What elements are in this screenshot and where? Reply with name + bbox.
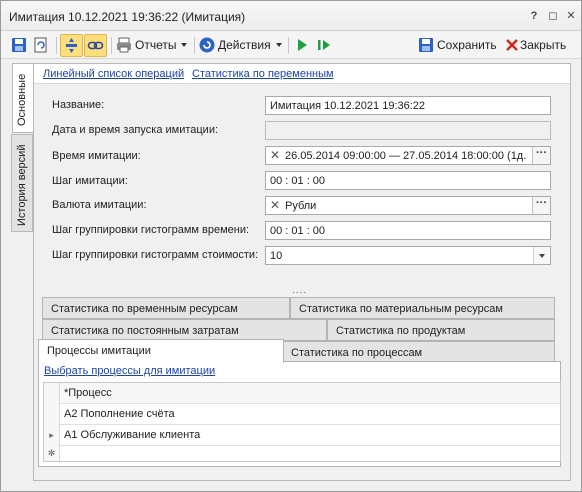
currency-field[interactable]: ✕ Рубли ··· — [265, 196, 551, 215]
tab-time-resources[interactable]: Статистика по временным ресурсам — [42, 297, 290, 319]
simulation-window: Имитация 10.12.2021 19:36:22 (Имитация) … — [0, 0, 582, 492]
select-processes-link[interactable]: Выбрать процессы для имитации — [44, 365, 215, 377]
link-toggle[interactable] — [84, 34, 107, 57]
step-label: Шаг имитации: — [52, 175, 128, 187]
reports-label: Отчеты — [135, 38, 177, 52]
save-button[interactable]: Сохранить — [437, 35, 497, 56]
current-row-indicator: ▸ — [44, 425, 60, 446]
save-icon — [419, 38, 433, 52]
tab-process-stats[interactable]: Статистика по процессам — [282, 341, 555, 363]
process-name: А2 Пополнение счёта — [64, 408, 175, 420]
tab-history[interactable]: История версий — [11, 134, 33, 232]
table-row[interactable]: А2 Пополнение счёта — [44, 404, 560, 425]
process-name: А1 Обслуживание клиента — [64, 429, 201, 441]
currency-value: Рубли — [285, 200, 317, 212]
toolbar: Отчеты Действия Сохранить Закрыть — [1, 32, 581, 59]
close-button[interactable]: Закрыть — [520, 35, 566, 56]
toolbar-separator — [56, 37, 57, 54]
autolayout-toggle[interactable] — [60, 34, 83, 57]
title-bar: Имитация 10.12.2021 19:36:22 (Имитация) … — [1, 1, 581, 31]
chevron-down-icon — [539, 254, 545, 258]
name-field[interactable]: Имитация 10.12.2021 19:36:22 — [265, 96, 551, 115]
toolbar-separator — [194, 37, 195, 54]
chevron-down-icon — [275, 43, 282, 47]
actions-menu[interactable]: Действия — [218, 35, 282, 56]
window-title: Имитация 10.12.2021 19:36:22 (Имитация) — [9, 10, 246, 24]
tab-sim-processes[interactable]: Процессы имитации — [38, 339, 284, 363]
row-indicator — [44, 404, 60, 425]
save-icon[interactable] — [10, 36, 28, 54]
maximize-button[interactable]: ◻ — [546, 9, 560, 23]
hist-cost-value: 10 — [270, 250, 283, 262]
refresh-icon[interactable] — [32, 36, 50, 54]
tab-material-resources[interactable]: Статистика по материальным ресурсам — [290, 297, 555, 319]
sim-processes-panel: Выбрать процессы для имитации *Процесс А… — [38, 361, 561, 467]
toolbar-separator — [111, 37, 112, 54]
hist-time-label: Шаг группировки гистограмм времени: — [52, 224, 250, 236]
tab-fixed-costs[interactable]: Статистика по постоянным затратам — [42, 319, 327, 341]
table-header: *Процесс — [44, 383, 560, 404]
tab-products[interactable]: Статистика по продуктам — [327, 319, 555, 341]
ellipsis-button[interactable]: ··· — [532, 197, 550, 214]
column-header-process[interactable]: *Процесс — [64, 387, 112, 399]
sim-time-value: 26.05.2014 09:00:00 — 27.05.2014 18:00:0… — [285, 150, 527, 162]
var-stats-link[interactable]: Статистика по переменным — [192, 68, 334, 80]
table-row[interactable]: ▸ А1 Обслуживание клиента — [44, 425, 560, 446]
tab-history-label: История версий — [16, 144, 28, 226]
tab-main-label: Основные — [16, 73, 28, 126]
clear-icon[interactable]: ✕ — [270, 149, 282, 162]
processes-table: *Процесс А2 Пополнение счёта ▸ А1 Обслуж… — [43, 382, 561, 462]
help-button[interactable]: ? — [527, 9, 541, 23]
step-forward-icon[interactable] — [315, 36, 333, 54]
ellipsis-button[interactable]: ··· — [532, 147, 550, 164]
align-icon — [66, 38, 77, 53]
reports-menu[interactable]: Отчеты — [135, 35, 188, 56]
clear-icon[interactable]: ✕ — [270, 199, 282, 212]
link-bar: Линейный список операций Статистика по п… — [34, 64, 570, 84]
hist-cost-label: Шаг группировки гистограмм стоимости: — [52, 249, 259, 261]
chain-link-icon — [87, 41, 104, 50]
printer-icon — [117, 37, 131, 53]
new-row[interactable]: ✻ — [44, 446, 560, 461]
name-label: Название: — [52, 99, 105, 111]
play-icon[interactable] — [293, 36, 311, 54]
actions-label: Действия — [218, 38, 271, 52]
close-window-button[interactable]: ✕ — [564, 9, 578, 23]
currency-label: Валюта имитации: — [52, 199, 147, 211]
dropdown-button[interactable] — [533, 247, 550, 264]
splitter-grip[interactable]: .... — [292, 285, 307, 296]
sim-time-field[interactable]: ✕ 26.05.2014 09:00:00 — 27.05.2014 18:00… — [265, 146, 551, 165]
sim-time-label: Время имитации: — [52, 150, 141, 162]
tab-main[interactable]: Основные — [12, 63, 34, 133]
toolbar-separator — [288, 37, 289, 54]
start-time-field — [265, 121, 551, 140]
chevron-down-icon — [181, 43, 188, 47]
main-content: Линейный список операций Статистика по п… — [33, 63, 571, 481]
hist-cost-select[interactable]: 10 — [265, 246, 551, 265]
step-field[interactable]: 00 : 01 : 00 — [265, 171, 551, 190]
start-time-label: Дата и время запуска имитации: — [52, 124, 219, 136]
hist-time-field[interactable]: 00 : 01 : 00 — [265, 221, 551, 240]
new-row-indicator: ✻ — [44, 446, 60, 461]
ops-list-link[interactable]: Линейный список операций — [43, 68, 184, 80]
header-indicator — [44, 383, 60, 404]
actions-icon — [199, 37, 215, 53]
close-icon — [506, 39, 518, 51]
